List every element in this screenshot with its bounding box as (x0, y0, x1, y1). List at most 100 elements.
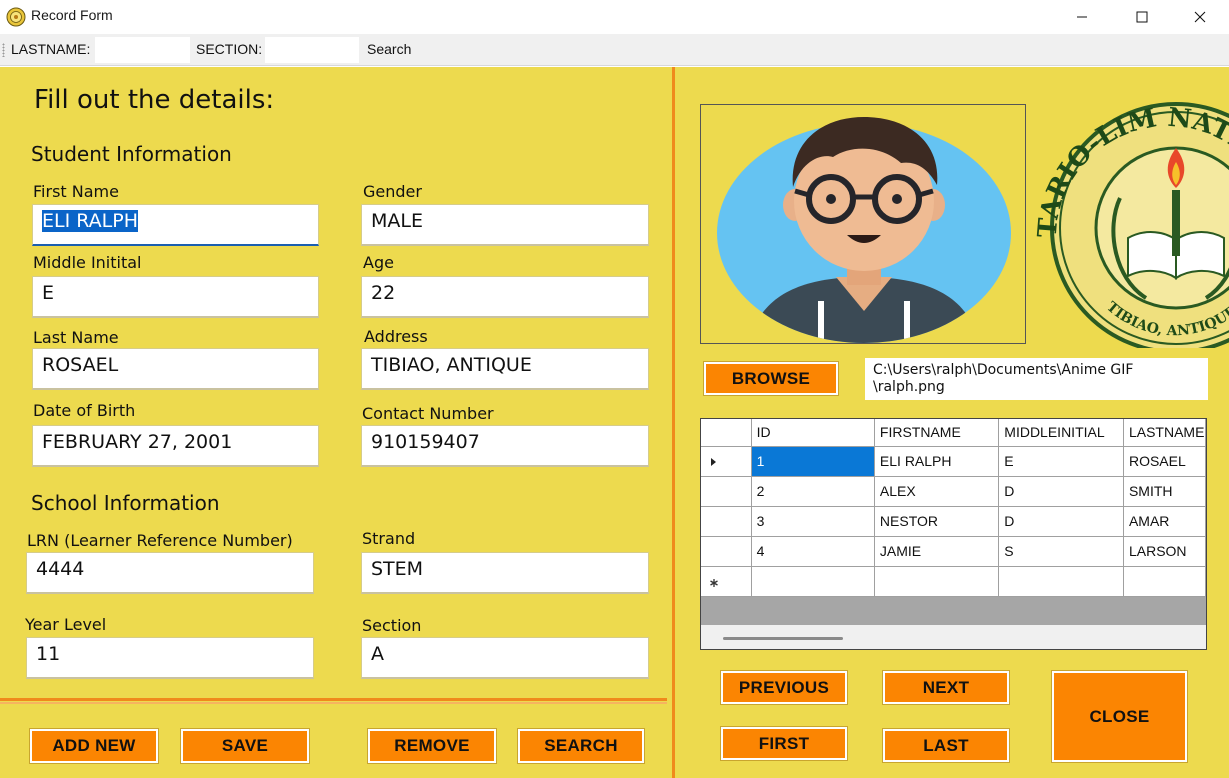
last-button[interactable]: LAST (882, 728, 1010, 763)
panel-divider (669, 67, 679, 778)
toolbar-search-button[interactable]: Search (367, 41, 411, 57)
row-header[interactable] (701, 476, 752, 507)
table-row[interactable]: 1 ELI RALPH E ROSAEL (701, 446, 1206, 477)
cell-id[interactable]: 3 (751, 506, 875, 537)
remove-button[interactable]: REMOVE (367, 728, 497, 764)
photo-path-line1: C:\Users\ralph\Documents\Anime GIF (873, 362, 1134, 378)
school-seal-logo: TARIO-LIM NATIONAL MEMO TIBIAO, ANTIQUE (1036, 88, 1229, 348)
cell-firstname[interactable]: NESTOR (874, 506, 1000, 537)
cell-firstname[interactable]: ELI RALPH (874, 446, 1000, 477)
first-name-field[interactable]: ELI RALPH (32, 204, 319, 246)
maximize-icon (1136, 11, 1148, 23)
grid-header-row: ID FIRSTNAME MIDDLEINITIAL LASTNAME (701, 419, 1206, 447)
cell-lastname[interactable] (1123, 566, 1206, 597)
cell-lastname[interactable]: LARSON (1123, 536, 1206, 567)
grid-corner-header (701, 419, 752, 447)
first-button[interactable]: FIRST (720, 726, 848, 761)
new-row[interactable] (701, 566, 1206, 597)
form-divider (0, 698, 667, 706)
contact-number-field[interactable]: 910159407 (361, 425, 649, 467)
add-new-button[interactable]: ADD NEW (29, 728, 159, 764)
close-icon (1194, 11, 1206, 23)
cell-id[interactable]: 4 (751, 536, 875, 567)
age-label: Age (363, 253, 394, 272)
section-filter-label: SECTION: (196, 41, 263, 57)
first-name-label: First Name (33, 182, 119, 201)
address-field[interactable]: TIBIAO, ANTIQUE (361, 348, 649, 390)
cell-middleinitial[interactable]: D (998, 506, 1124, 537)
cell-firstname[interactable]: ALEX (874, 476, 1000, 507)
middle-initial-field[interactable]: E (32, 276, 319, 318)
grid-horizontal-scrollbar[interactable] (701, 625, 1206, 649)
column-header-id[interactable]: ID (751, 419, 875, 447)
year-level-label: Year Level (25, 615, 107, 634)
first-name-value: ELI RALPH (42, 210, 138, 232)
avatar-image (717, 117, 1011, 343)
app-icon (6, 7, 26, 27)
section-field[interactable]: A (361, 637, 649, 679)
records-grid[interactable]: ID FIRSTNAME MIDDLEINITIAL LASTNAME 1 EL… (700, 418, 1207, 650)
middle-initial-label: Middle Initital (33, 253, 142, 272)
cell-id[interactable]: 1 (751, 446, 875, 477)
cell-lastname[interactable]: AMAR (1123, 506, 1206, 537)
gender-field[interactable]: MALE (361, 204, 649, 246)
close-window-button[interactable] (1170, 0, 1229, 34)
gender-label: Gender (363, 182, 422, 201)
column-header-firstname[interactable]: FIRSTNAME (874, 419, 1000, 447)
cell-id[interactable]: 2 (751, 476, 875, 507)
maximize-button[interactable] (1112, 0, 1172, 34)
school-info-heading: School Information (31, 491, 220, 515)
cell-firstname[interactable] (874, 566, 1000, 597)
table-row[interactable]: 4 JAMIE S LARSON (701, 536, 1206, 567)
column-header-lastname[interactable]: LASTNAME (1123, 419, 1206, 447)
lrn-field[interactable]: 4444 (26, 552, 314, 594)
minimize-button[interactable] (1052, 0, 1112, 34)
browse-button[interactable]: BROWSE (703, 361, 839, 396)
student-photo (700, 104, 1026, 344)
address-label: Address (364, 327, 428, 346)
toolbar: LASTNAME: SECTION: Search (0, 34, 1229, 66)
row-header[interactable] (701, 446, 752, 477)
row-header[interactable] (701, 566, 752, 597)
row-header[interactable] (701, 536, 752, 567)
search-button[interactable]: SEARCH (517, 728, 645, 764)
section-filter-input[interactable] (265, 37, 359, 63)
table-row[interactable]: 2 ALEX D SMITH (701, 476, 1206, 507)
lastname-filter-input[interactable] (95, 37, 190, 63)
photo-path-field[interactable]: C:\Users\ralph\Documents\Anime GIF \ralp… (865, 358, 1208, 400)
dob-field[interactable]: FEBRUARY 27, 2001 (32, 425, 319, 467)
table-row[interactable]: 3 NESTOR D AMAR (701, 506, 1206, 537)
last-name-label: Last Name (33, 328, 119, 347)
lrn-label: LRN (Learner Reference Number) (27, 531, 293, 550)
save-button[interactable]: SAVE (180, 728, 310, 764)
age-field[interactable]: 22 (361, 276, 649, 318)
year-level-field[interactable]: 11 (26, 637, 314, 679)
current-row-indicator-icon (711, 457, 716, 466)
strand-field[interactable]: STEM (361, 552, 649, 594)
column-header-middleinitial[interactable]: MIDDLEINITIAL (998, 419, 1124, 447)
form-heading: Fill out the details: (34, 85, 275, 115)
last-name-field[interactable]: ROSAEL (32, 348, 319, 390)
cell-lastname[interactable]: SMITH (1123, 476, 1206, 507)
lastname-filter-label: LASTNAME: (11, 41, 91, 57)
section-label: Section (362, 616, 422, 635)
toolbar-grip-icon[interactable] (2, 43, 5, 57)
photo-path-line2: \ralph.png (873, 379, 945, 395)
contact-number-label: Contact Number (362, 404, 494, 423)
title-bar: Record Form (0, 0, 1229, 34)
next-button[interactable]: NEXT (882, 670, 1010, 705)
cell-middleinitial[interactable]: E (998, 446, 1124, 477)
close-button[interactable]: CLOSE (1051, 670, 1188, 763)
cell-firstname[interactable]: JAMIE (874, 536, 1000, 567)
student-info-heading: Student Information (31, 142, 232, 166)
cell-id[interactable] (751, 566, 875, 597)
dob-label: Date of Birth (33, 401, 136, 420)
scrollbar-thumb[interactable] (723, 637, 843, 640)
window-title: Record Form (31, 7, 113, 23)
row-header[interactable] (701, 506, 752, 537)
cell-lastname[interactable]: ROSAEL (1123, 446, 1206, 477)
previous-button[interactable]: PREVIOUS (720, 670, 848, 705)
cell-middleinitial[interactable] (998, 566, 1124, 597)
cell-middleinitial[interactable]: D (998, 476, 1124, 507)
cell-middleinitial[interactable]: S (998, 536, 1124, 567)
